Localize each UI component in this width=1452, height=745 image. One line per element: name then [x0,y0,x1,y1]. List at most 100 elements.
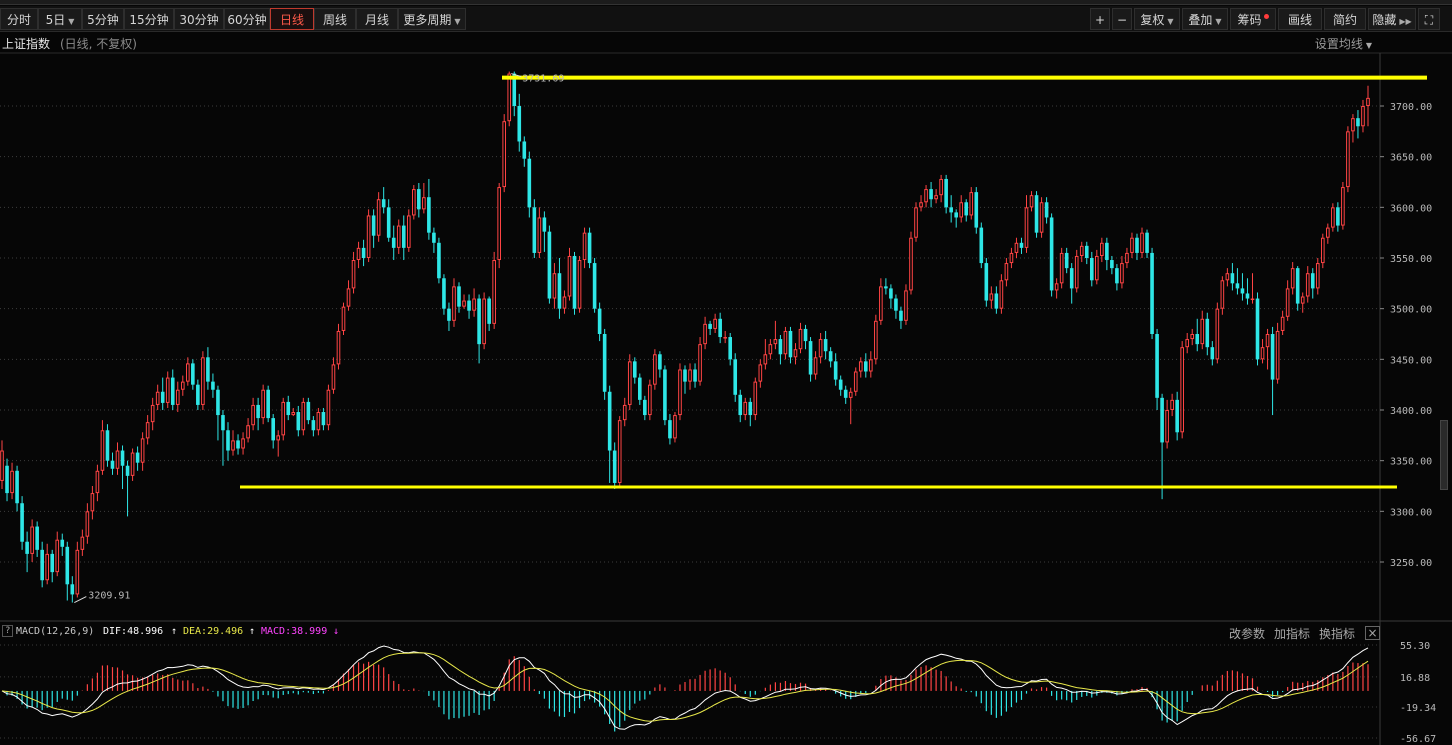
candle-body-down [206,357,210,382]
candle-body-up [472,298,476,311]
candle-body-down [929,189,933,200]
candle-body-down [632,361,637,378]
candle-body-up [326,389,331,426]
candle-body-down [105,430,110,461]
candle-body-down [170,377,175,405]
candle-body-down [477,298,481,345]
candle-body-up [115,450,120,469]
candle-body-down [487,298,491,324]
candle-body-down [311,420,316,431]
candle-body-up [346,288,351,307]
candle-body-up [813,357,818,375]
change-params-link[interactable]: 改参数 [1229,625,1265,642]
candle-body-down [728,337,733,360]
stock-chart-app: 分时 5日 ▼ 5分钟 15分钟 30分钟 60分钟 日线 周线 月线 更多周期 ▼ + − 复权 ▼ … [0,0,1452,745]
candle-body-up [1366,97,1370,106]
candle-body-down [894,298,898,311]
question-icon[interactable]: ? [2,625,14,637]
candle-body-down [748,401,753,416]
candle-body-down [50,553,55,573]
candle-body-up [723,337,727,339]
candle-body-down [984,263,989,301]
add-indicator-link[interactable]: 加指标 [1274,625,1310,642]
candle-body-up [1074,255,1079,289]
candle-body-up [331,364,336,390]
candle-body-down [401,225,406,248]
candle-body-down [889,288,893,299]
candle-body-down [1210,347,1215,360]
candle-body-down [391,237,396,248]
candle-body-up [90,493,95,512]
candle-body-up [10,470,14,494]
candle-body-up [919,202,923,208]
candle-body-down [40,549,44,581]
candle-body-up [45,553,50,581]
candle-body-down [191,363,195,385]
candle-body-down [1240,288,1245,294]
candle-body-up [201,357,205,405]
candle-body-down [371,215,376,236]
candle-body-up [1029,195,1034,208]
candle-body-up [175,389,180,405]
candle-body-up [1280,316,1285,331]
price-axis-label: 3700.00 [1390,102,1432,113]
dif-value: DIF:48.996 [103,626,164,637]
candle-body-up [768,344,773,355]
candle-body-up [1290,268,1295,289]
candle-body-down [808,341,813,375]
candle-body-up [341,306,346,331]
candle-body-up [1220,280,1225,309]
candle-body-down [838,379,843,390]
candle-body-down [1019,242,1024,248]
candle-body-down [668,420,672,439]
candle-body-down [964,202,969,216]
candle-body-down [20,503,24,542]
candle-body-down [532,207,537,253]
candle-body-up [1140,232,1144,253]
close-icon[interactable]: × [1365,626,1380,640]
candle-body-down [1069,268,1074,289]
candle-body-up [1351,118,1355,132]
candle-body-down [1175,399,1179,433]
candle-body-up [1100,242,1104,256]
candle-body-down [612,450,617,483]
candle-body-down [211,381,215,390]
candle-body-down [944,178,948,208]
candle-body-down [296,412,301,431]
dif-arrow-icon: ↑ [171,626,178,637]
scrollbar-handle[interactable] [1440,420,1448,490]
candle-body-up [999,280,1004,309]
candle-body-up [150,404,155,423]
candle-body-up [412,189,416,216]
candle-body-down [15,470,19,504]
candle-body-down [1295,268,1300,304]
switch-indicator-link[interactable]: 换指标 [1319,625,1355,642]
candle-body-down [1195,334,1200,345]
candle-body-down [1064,252,1069,269]
candle-body-up [678,369,682,416]
candle-body-down [954,212,958,218]
candle-body-down [110,460,115,469]
candle-body-up [743,401,748,416]
candle-body-up [502,121,507,188]
candle-body-up [818,339,823,358]
candle-body-up [1315,263,1320,289]
candle-body-down [658,354,662,370]
candle-body-up [627,361,632,405]
candle-body-down [467,300,471,311]
candle-body-up [497,187,501,261]
candle-body-down [442,278,446,309]
candle-body-up [1275,330,1280,380]
candle-body-down [527,158,532,208]
candle-body-up [939,178,943,196]
price-axis-label: 3300.00 [1390,507,1432,518]
candle-body-up [251,404,255,426]
candle-body-up [688,369,692,382]
candle-body-down [738,394,743,416]
candle-body-up [879,286,883,321]
price-axis-label: 3500.00 [1390,305,1432,316]
candle-body-up [1285,288,1290,317]
candle-body-down [592,263,597,309]
candle-body-up [0,450,4,481]
candle-body-up [1300,296,1305,304]
